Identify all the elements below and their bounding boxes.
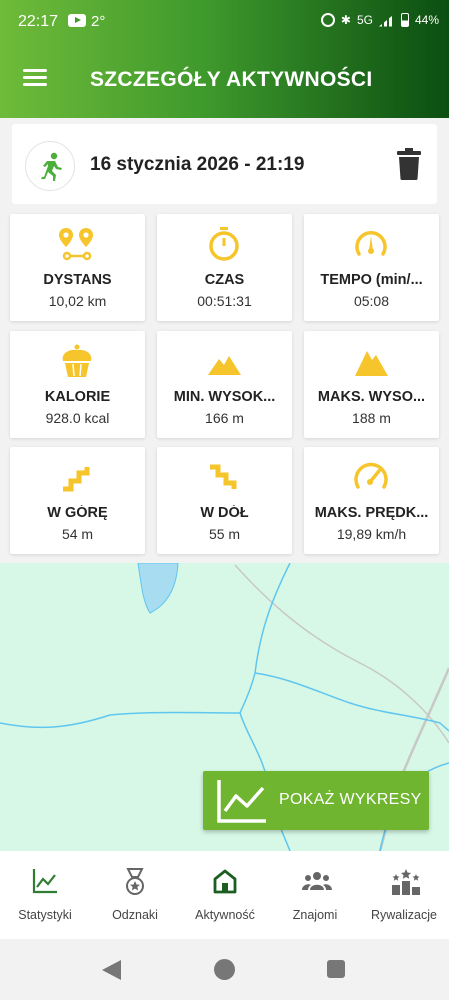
nav-label: Aktywność bbox=[195, 908, 255, 922]
friends-icon bbox=[302, 872, 332, 890]
low-mountain-icon bbox=[208, 356, 241, 375]
stat-label: MIN. WYSOK... bbox=[173, 389, 276, 405]
medal-icon bbox=[126, 868, 144, 895]
route-pins-icon bbox=[59, 228, 93, 261]
stat-tile-descent: W DÓŁ 55 m bbox=[157, 447, 292, 554]
home-button-icon[interactable] bbox=[214, 959, 235, 980]
youtube-icon bbox=[68, 14, 86, 27]
stat-label: DYSTANS bbox=[43, 272, 112, 288]
stat-label: W DÓŁ bbox=[200, 505, 249, 521]
nav-label: Statystyki bbox=[18, 908, 72, 922]
stat-value: 188 m bbox=[352, 410, 391, 426]
bluetooth-icon: ✱ bbox=[340, 13, 351, 27]
stat-tile-min-altitude: MIN. WYSOK... 166 m bbox=[157, 331, 292, 438]
stat-label: W GÓRĘ bbox=[47, 505, 108, 521]
trash-icon[interactable] bbox=[397, 148, 421, 180]
status-temperature: 2° bbox=[91, 13, 106, 30]
stat-tile-distance: DYSTANS 10,02 km bbox=[10, 214, 145, 321]
stat-value: 05:08 bbox=[353, 293, 390, 309]
stat-value: 928.0 kcal bbox=[45, 410, 110, 426]
stat-label: CZAS bbox=[204, 272, 245, 288]
stat-value: 166 m bbox=[205, 410, 244, 426]
status-time: 22:17 bbox=[18, 13, 59, 30]
stat-tile-calories: KALORIE 928.0 kcal bbox=[10, 331, 145, 438]
battery-percent: 44% bbox=[414, 13, 439, 27]
nav-tab-statistics[interactable]: Statystyki bbox=[0, 851, 90, 939]
nav-label: Znajomi bbox=[292, 908, 338, 922]
stat-label: MAKS. PRĘDK... bbox=[314, 505, 429, 521]
activity-date: 16 stycznia 2026 - 21:19 bbox=[90, 154, 305, 175]
stat-value: 00:51:31 bbox=[197, 293, 252, 309]
menu-button[interactable] bbox=[23, 68, 47, 88]
activity-summary-card: 16 stycznia 2026 - 21:19 bbox=[12, 124, 437, 204]
show-charts-button[interactable]: POKAŻ WYKRESY bbox=[203, 771, 429, 830]
nav-label: Rywalizacje bbox=[371, 908, 437, 922]
app-header: 22:17 2° ✱ 5G 44% SZCZEGÓŁY AKTYWNOŚCI bbox=[0, 0, 449, 118]
stat-label: MAKS. WYSO... bbox=[317, 389, 426, 405]
nav-tab-badges[interactable]: Odznaki bbox=[90, 851, 180, 939]
stat-value: 54 m bbox=[61, 526, 94, 542]
line-chart-icon bbox=[217, 780, 266, 823]
nav-tab-friends[interactable]: Znajomi bbox=[270, 851, 360, 939]
activity-type-badge bbox=[25, 141, 75, 191]
page-title: SZCZEGÓŁY AKTYWNOŚCI bbox=[90, 68, 373, 91]
running-person-icon bbox=[41, 152, 62, 181]
stat-label: TEMPO (min/... bbox=[320, 272, 423, 288]
stopwatch-icon bbox=[209, 227, 239, 261]
stat-value: 10,02 km bbox=[48, 293, 107, 309]
podium-icon bbox=[392, 869, 420, 895]
status-bar: 22:17 2° ✱ 5G 44% bbox=[0, 0, 449, 44]
status-icons: ✱ 5G 44% bbox=[320, 13, 439, 27]
high-mountain-icon bbox=[355, 351, 388, 376]
recent-apps-icon[interactable] bbox=[327, 960, 345, 978]
stat-tile-max-speed: MAKS. PRĘDK... 19,89 km/h bbox=[304, 447, 439, 554]
speedometer-icon bbox=[355, 231, 387, 256]
stat-value: 19,89 km/h bbox=[336, 526, 407, 542]
stairs-up-icon bbox=[63, 467, 90, 492]
stat-tile-ascent: W GÓRĘ 54 m bbox=[10, 447, 145, 554]
show-charts-label: POKAŻ WYKRESY bbox=[279, 791, 422, 808]
stat-tile-pace: TEMPO (min/... 05:08 bbox=[304, 214, 439, 321]
system-navigation-bar bbox=[0, 939, 449, 1000]
stairs-down-icon bbox=[210, 464, 237, 489]
nav-label: Odznaki bbox=[112, 908, 158, 922]
bottom-navigation: Statystyki Odznaki Aktywność Znajomi Ryw… bbox=[0, 851, 449, 939]
stat-tile-max-altitude: MAKS. WYSO... 188 m bbox=[304, 331, 439, 438]
home-icon bbox=[213, 869, 237, 894]
stat-value: 55 m bbox=[208, 526, 241, 542]
stat-label: KALORIE bbox=[44, 389, 111, 405]
alarm-icon bbox=[320, 13, 335, 27]
signal-icon bbox=[378, 13, 395, 27]
line-chart-icon bbox=[32, 869, 57, 894]
network-label: 5G bbox=[356, 13, 373, 27]
gauge-icon bbox=[354, 462, 388, 489]
cupcake-icon bbox=[62, 344, 92, 377]
nav-tab-competitions[interactable]: Rywalizacje bbox=[359, 851, 449, 939]
back-icon[interactable] bbox=[102, 960, 121, 980]
stat-tile-time: CZAS 00:51:31 bbox=[157, 214, 292, 321]
battery-icon bbox=[400, 13, 409, 27]
menu-icon bbox=[23, 69, 47, 72]
nav-tab-activity[interactable]: Aktywność bbox=[180, 851, 270, 939]
